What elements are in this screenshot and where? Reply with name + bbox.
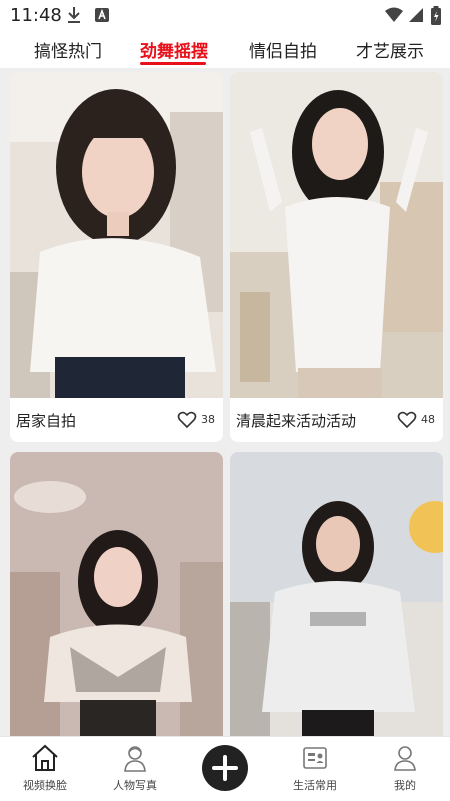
like-count: 38 bbox=[201, 413, 215, 426]
nav-mine[interactable]: 我的 bbox=[360, 737, 450, 801]
tab-label: 搞怪热门 bbox=[34, 42, 102, 62]
card-info: 居家自拍 38 bbox=[10, 398, 223, 442]
battery-icon bbox=[430, 6, 442, 30]
nav-label: 视频换脸 bbox=[23, 779, 67, 792]
video-thumbnail bbox=[10, 452, 223, 736]
like-button[interactable]: 38 bbox=[177, 410, 217, 430]
video-card[interactable] bbox=[230, 452, 443, 736]
person-icon bbox=[390, 743, 420, 773]
active-tab-indicator bbox=[140, 62, 206, 65]
plus-icon bbox=[202, 755, 248, 795]
status-time: 11:48 bbox=[10, 5, 62, 26]
a-notification-icon bbox=[94, 6, 110, 28]
nav-label: 我的 bbox=[394, 779, 416, 792]
card-info: 清晨起来活动活动 48 bbox=[230, 398, 443, 442]
video-feed[interactable]: 居家自拍 38 清晨起来活动活动 48 bbox=[0, 68, 450, 736]
portrait-icon bbox=[120, 743, 150, 773]
video-thumbnail bbox=[230, 72, 443, 398]
category-tabs: 搞怪热门 劲舞摇摆 情侣自拍 才艺展示 bbox=[0, 32, 450, 68]
video-card[interactable] bbox=[10, 452, 223, 736]
download-icon bbox=[66, 6, 82, 28]
tab-label: 才艺展示 bbox=[356, 42, 424, 62]
video-card[interactable]: 清晨起来活动活动 48 bbox=[230, 72, 443, 442]
bottom-nav: 视频换脸 人物写真 生活常用 我的 bbox=[0, 736, 450, 800]
heart-icon bbox=[397, 410, 417, 434]
video-card[interactable]: 居家自拍 38 bbox=[10, 72, 223, 442]
nav-label: 人物写真 bbox=[113, 779, 157, 792]
nav-daily-life[interactable]: 生活常用 bbox=[270, 737, 360, 801]
add-button[interactable] bbox=[202, 745, 248, 791]
video-thumbnail bbox=[230, 452, 443, 736]
signal-icon bbox=[408, 6, 424, 28]
tab-funny-hot[interactable]: 搞怪热门 bbox=[28, 37, 108, 67]
status-bar: 11:48 bbox=[0, 0, 450, 32]
nav-portrait[interactable]: 人物写真 bbox=[90, 737, 180, 801]
tab-label: 劲舞摇摆 bbox=[140, 42, 208, 62]
card-title: 清晨起来活动活动 bbox=[236, 412, 357, 430]
wifi-icon bbox=[384, 6, 404, 28]
video-thumbnail bbox=[10, 72, 223, 398]
like-button[interactable]: 48 bbox=[397, 410, 437, 430]
tab-talent-show[interactable]: 才艺展示 bbox=[350, 37, 430, 67]
nav-label: 生活常用 bbox=[293, 779, 337, 792]
home-icon bbox=[30, 743, 60, 773]
tab-label: 情侣自拍 bbox=[249, 42, 317, 62]
heart-icon bbox=[177, 410, 197, 434]
tab-couple-selfie[interactable]: 情侣自拍 bbox=[243, 37, 323, 67]
nav-face-swap[interactable]: 视频换脸 bbox=[0, 737, 90, 801]
id-card-icon bbox=[300, 743, 330, 773]
like-count: 48 bbox=[421, 413, 435, 426]
card-title: 居家自拍 bbox=[16, 412, 77, 430]
